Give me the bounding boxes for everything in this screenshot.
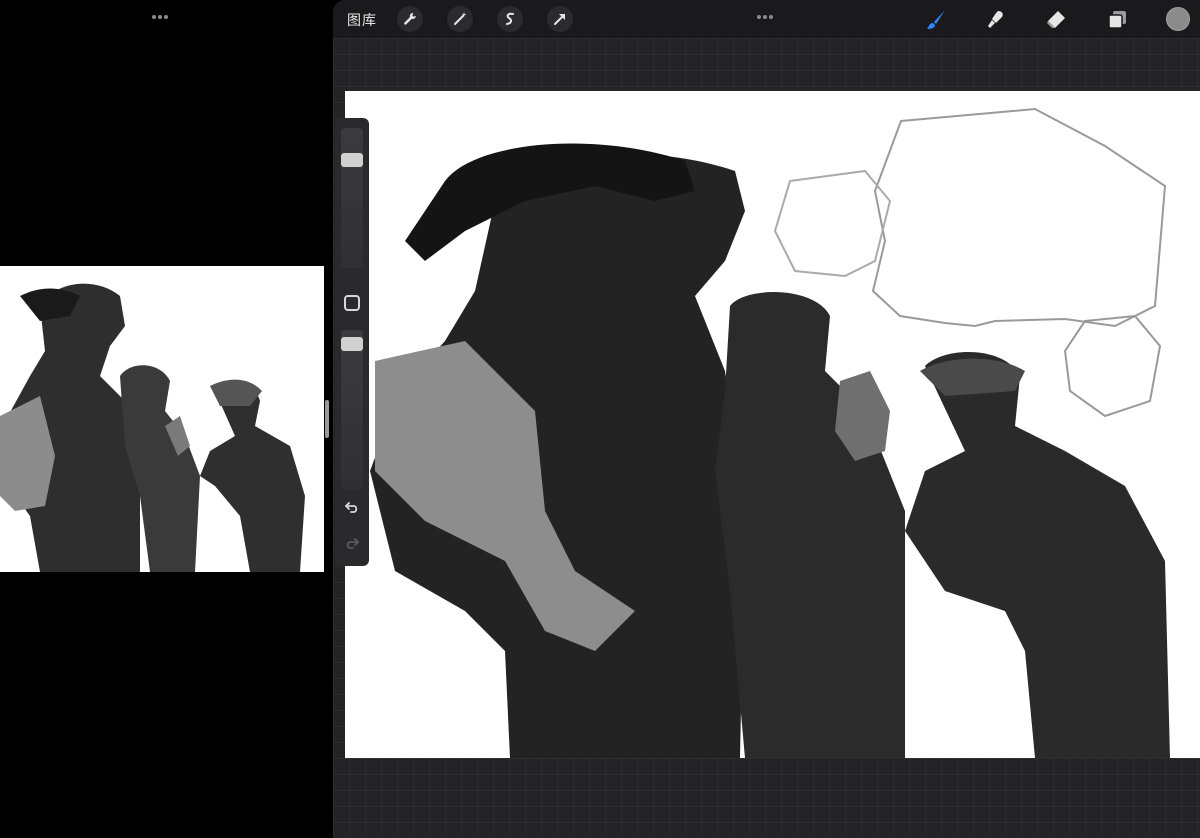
wrench-icon bbox=[404, 12, 416, 25]
eraser-icon bbox=[1047, 11, 1065, 28]
modify-button[interactable] bbox=[344, 295, 360, 311]
opacity-slider[interactable] bbox=[341, 330, 363, 490]
artwork-illustration bbox=[345, 91, 1200, 758]
top-toolbar: 图库 bbox=[333, 0, 1200, 38]
brush-size-slider[interactable] bbox=[341, 128, 363, 268]
reference-illustration bbox=[0, 266, 324, 572]
redo-icon bbox=[346, 538, 359, 549]
brush-sidebar bbox=[335, 118, 369, 566]
reference-pane bbox=[0, 0, 329, 838]
smudge-icon bbox=[988, 11, 1003, 28]
brush-tool-button[interactable] bbox=[923, 7, 949, 33]
smudge-tool-button[interactable] bbox=[983, 7, 1009, 33]
undo-button[interactable] bbox=[343, 498, 361, 516]
reference-image bbox=[0, 266, 324, 572]
opacity-thumb[interactable] bbox=[341, 337, 363, 351]
gallery-button[interactable]: 图库 bbox=[347, 10, 377, 30]
layers-icon bbox=[1108, 11, 1126, 29]
adjustments-button[interactable] bbox=[447, 6, 473, 32]
redo-button[interactable] bbox=[343, 534, 361, 552]
actions-button[interactable] bbox=[397, 6, 423, 32]
transform-button[interactable] bbox=[547, 6, 573, 32]
brush-size-thumb[interactable] bbox=[341, 153, 363, 167]
transform-arrow-icon bbox=[554, 14, 565, 25]
magic-wand-icon bbox=[454, 12, 467, 25]
drawing-app: 图库 bbox=[333, 0, 1200, 838]
eraser-tool-button[interactable] bbox=[1043, 7, 1069, 33]
layers-button[interactable] bbox=[1105, 7, 1131, 33]
split-view-divider[interactable] bbox=[325, 400, 329, 438]
canvas-artwork[interactable] bbox=[345, 91, 1200, 758]
selection-button[interactable] bbox=[497, 6, 523, 32]
multitask-handle[interactable] bbox=[152, 6, 172, 19]
undo-icon bbox=[345, 502, 358, 513]
color-picker-button[interactable] bbox=[1166, 7, 1190, 31]
brush-icon bbox=[927, 10, 945, 29]
selection-icon bbox=[506, 12, 514, 25]
screen: 图库 bbox=[0, 0, 1200, 838]
app-multitask-handle[interactable] bbox=[757, 6, 777, 19]
